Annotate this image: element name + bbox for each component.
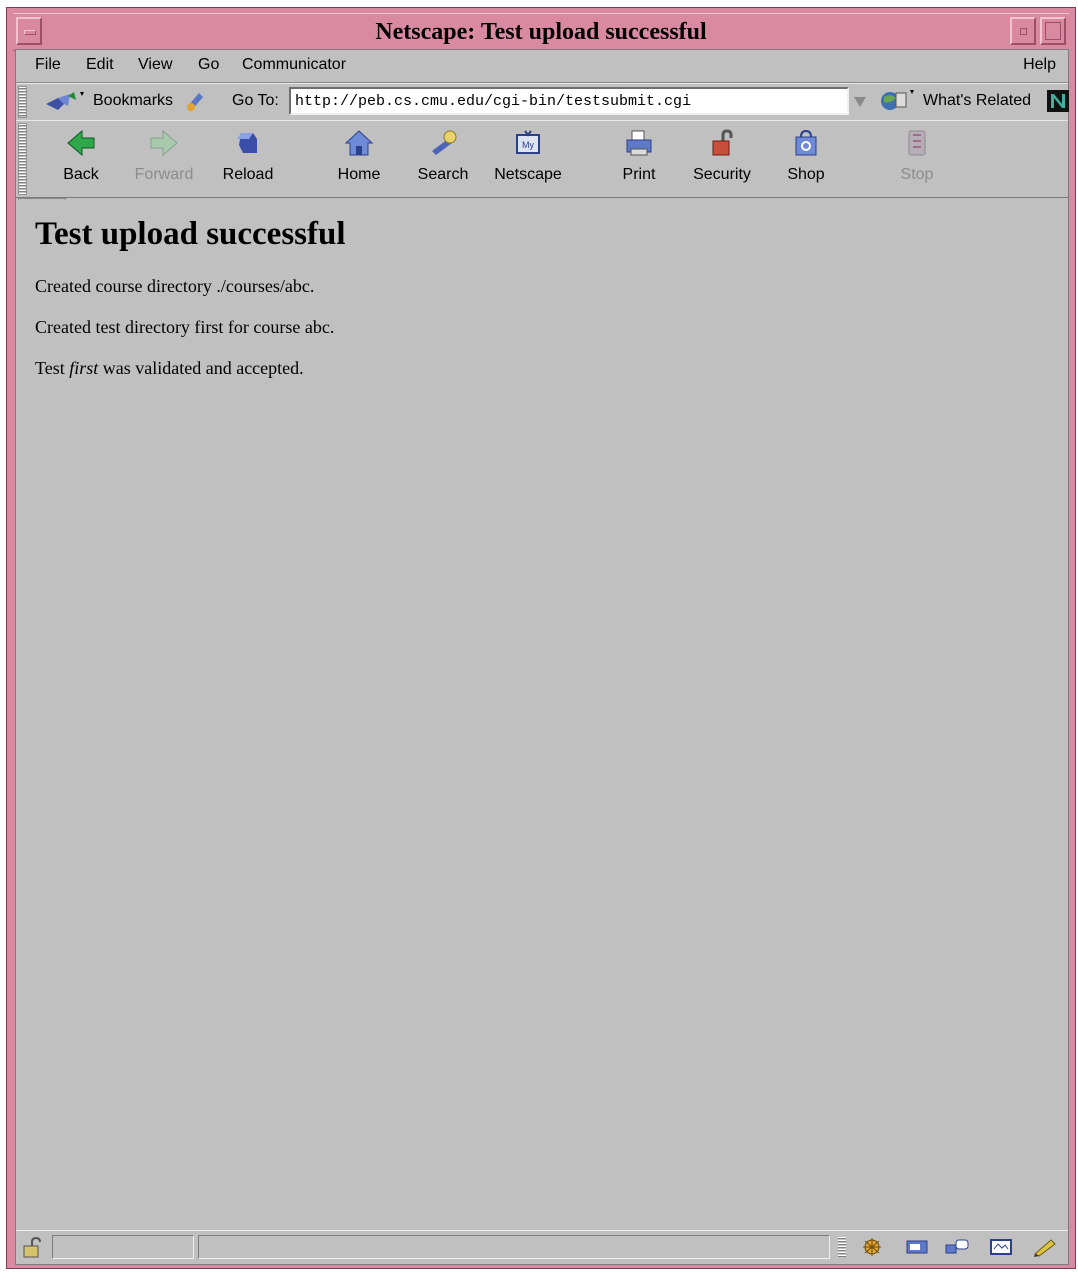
menu-help[interactable]: Help [1023,56,1056,74]
component-bar-grip[interactable] [838,1237,846,1257]
reload-button[interactable]: Reload [203,123,293,193]
browser-window: Netscape: Test upload successful File Ed… [6,7,1076,1269]
menu-go[interactable]: Go [198,56,219,74]
location-icon[interactable] [183,89,207,113]
netscape-logo-icon[interactable] [1047,90,1069,112]
page-content: Test upload successful Created course di… [16,200,1068,1230]
message-course-directory: Created course directory ./courses/abc. [35,276,315,296]
message-test-accepted: Test first was validated and accepted. [35,358,304,379]
message-suffix: was validated and accepted. [98,358,304,378]
back-label: Back [63,166,99,183]
search-button[interactable]: Search [398,123,488,193]
page-heading: Test upload successful [35,216,346,252]
message-test-directory: Created test directory first for course … [35,317,335,337]
title-bar[interactable]: Netscape: Test upload successful [13,13,1069,51]
bookmarks-label[interactable]: Bookmarks [93,92,173,110]
security-label: Security [693,166,751,183]
shop-button[interactable]: Shop [761,123,851,193]
test-name: first [69,358,99,378]
mailbox-icon[interactable] [904,1237,930,1257]
stop-label: Stop [900,166,934,183]
shop-label: Shop [787,166,825,183]
navigator-icon[interactable] [859,1237,885,1257]
navigation-toolbar: Back Forward Reload Home Search My Netsc… [16,120,1068,198]
print-label: Print [622,166,656,183]
print-button[interactable]: Print [594,123,684,193]
my-netscape-icon: My [516,130,540,154]
search-label: Search [417,166,469,183]
back-arrow-icon [67,129,95,157]
home-label: Home [337,166,381,183]
back-button[interactable]: Back [36,123,126,193]
composer-icon[interactable] [988,1237,1014,1257]
home-button[interactable]: Home [314,123,404,193]
url-input[interactable]: http://peb.cs.cmu.edu/cgi-bin/testsubmit… [289,87,849,115]
edit-pencil-icon[interactable] [1032,1237,1058,1257]
status-bar [16,1230,1068,1264]
padlock-icon [712,129,733,156]
whats-related-icon[interactable] [878,88,916,114]
shopping-bag-icon [795,129,817,156]
status-message [198,1235,830,1259]
stop-icon [908,130,926,156]
reload-icon [237,133,257,153]
netscape-label: Netscape [494,166,562,183]
home-icon [344,130,374,156]
forward-button[interactable]: Forward [119,123,209,193]
bookmarks-icon[interactable] [44,90,88,114]
progress-indicator [52,1235,194,1259]
browser-client: File Edit View Go Communicator Help Book… [15,49,1069,1265]
message-prefix: Test [35,358,70,378]
forward-label: Forward [134,166,194,183]
stop-button[interactable]: Stop [872,123,962,193]
whats-related-label[interactable]: What's Related [923,92,1031,110]
security-status-icon[interactable] [22,1237,44,1259]
goto-label: Go To: [232,92,279,109]
svg-text:My: My [522,140,534,150]
search-icon [432,130,457,155]
maximize-button[interactable] [1040,17,1066,45]
reload-label: Reload [222,166,274,183]
security-button[interactable]: Security [677,123,767,193]
printer-icon [626,130,652,156]
my-netscape-button[interactable]: My Netscape [483,123,573,193]
forward-arrow-icon [150,129,178,157]
location-toolbar: Bookmarks Go To: http://peb.cs.cmu.edu/c… [16,83,1069,121]
menu-communicator[interactable]: Communicator [242,56,346,74]
toolbar-grip[interactable] [18,86,27,118]
menu-view[interactable]: View [138,56,172,74]
menu-file[interactable]: File [35,56,61,74]
url-dropdown-button[interactable] [851,87,869,115]
discussion-groups-icon[interactable] [944,1237,970,1257]
menu-bar: File Edit View Go Communicator Help [16,50,1068,83]
window-title: Netscape: Test upload successful [375,19,707,45]
minimize-button[interactable] [1010,17,1036,45]
menu-edit[interactable]: Edit [86,56,114,74]
toolbar-grip[interactable] [18,123,27,195]
